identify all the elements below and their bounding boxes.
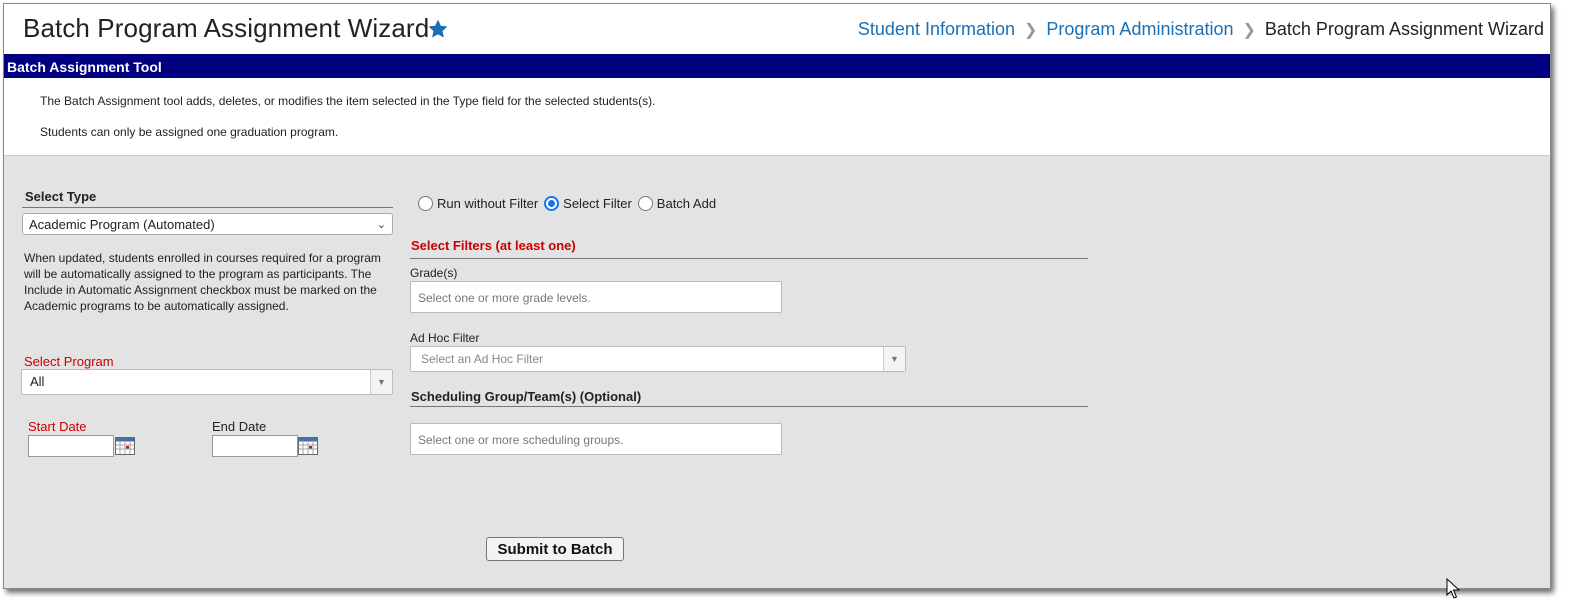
- dropdown-arrow-icon[interactable]: ▼: [883, 347, 905, 371]
- select-program-value: All: [30, 374, 45, 389]
- intro-note: Students can only be assigned one gradua…: [40, 125, 339, 139]
- calendar-icon[interactable]: [115, 437, 135, 455]
- chevron-down-icon: ⌄: [376, 219, 386, 231]
- breadcrumb-current: Batch Program Assignment Wizard: [1264, 19, 1544, 39]
- breadcrumb-student-information[interactable]: Student Information: [858, 19, 1015, 40]
- chevron-right-icon: ❯: [1024, 21, 1038, 39]
- radio-select-filter-label[interactable]: Select Filter: [563, 196, 632, 211]
- scheduling-group-multiselect[interactable]: Select one or more scheduling groups.: [410, 423, 782, 455]
- scheduling-group-heading: Scheduling Group/Team(s) (Optional): [410, 389, 1088, 407]
- select-program-combobox[interactable]: All ▼: [21, 369, 393, 395]
- submit-to-batch-button[interactable]: Submit to Batch: [486, 537, 624, 561]
- page-title: Batch Program Assignment Wizard: [23, 13, 430, 43]
- intro-panel: The Batch Assignment tool adds, deletes,…: [4, 78, 1550, 156]
- adhoc-filter-placeholder: Select an Ad Hoc Filter: [421, 352, 544, 366]
- select-type-value: Academic Program (Automated): [29, 217, 215, 232]
- type-description: When updated, students enrolled in cours…: [24, 251, 381, 313]
- breadcrumb: Student Information ❯ Program Administra…: [858, 19, 1544, 40]
- end-date-label: End Date: [212, 419, 267, 434]
- select-program-label: Select Program: [24, 354, 114, 369]
- radio-run-without-filter[interactable]: [418, 196, 433, 211]
- page-header: Batch Program Assignment Wizard Student …: [4, 4, 1550, 54]
- breadcrumb-program-administration[interactable]: Program Administration: [1046, 19, 1233, 40]
- radio-select-filter[interactable]: [544, 196, 560, 211]
- radio-run-without-filter-label[interactable]: Run without Filter: [437, 196, 538, 211]
- select-type-dropdown[interactable]: Academic Program (Automated) ⌄: [22, 213, 393, 235]
- radio-batch-add[interactable]: [637, 196, 653, 211]
- chevron-right-icon: ❯: [1242, 21, 1256, 39]
- grades-multiselect[interactable]: Select one or more grade levels.: [410, 281, 782, 313]
- intro-text: The Batch Assignment tool adds, deletes,…: [40, 94, 656, 108]
- calendar-icon[interactable]: [298, 437, 318, 455]
- start-date-label: Start Date: [28, 419, 87, 434]
- select-filters-heading: Select Filters (at least one): [410, 238, 1088, 259]
- radio-batch-add-label[interactable]: Batch Add: [657, 196, 716, 211]
- star-icon[interactable]: [427, 18, 449, 40]
- start-date-input[interactable]: [28, 435, 114, 457]
- end-date-input[interactable]: [212, 435, 298, 457]
- adhoc-filter-label: Ad Hoc Filter: [410, 331, 480, 345]
- app-window: Batch Program Assignment Wizard Student …: [3, 3, 1551, 589]
- tool-title-bar: Batch Assignment Tool: [4, 54, 1550, 78]
- filter-mode-radio-group: Run without Filter Select Filter Batch A…: [418, 196, 722, 211]
- select-type-heading: Select Type: [22, 189, 393, 208]
- dropdown-arrow-icon[interactable]: ▼: [370, 370, 392, 394]
- adhoc-filter-combobox[interactable]: Select an Ad Hoc Filter ▼: [410, 346, 906, 372]
- mouse-cursor-icon: [1446, 578, 1460, 599]
- grades-label: Grade(s): [410, 266, 458, 280]
